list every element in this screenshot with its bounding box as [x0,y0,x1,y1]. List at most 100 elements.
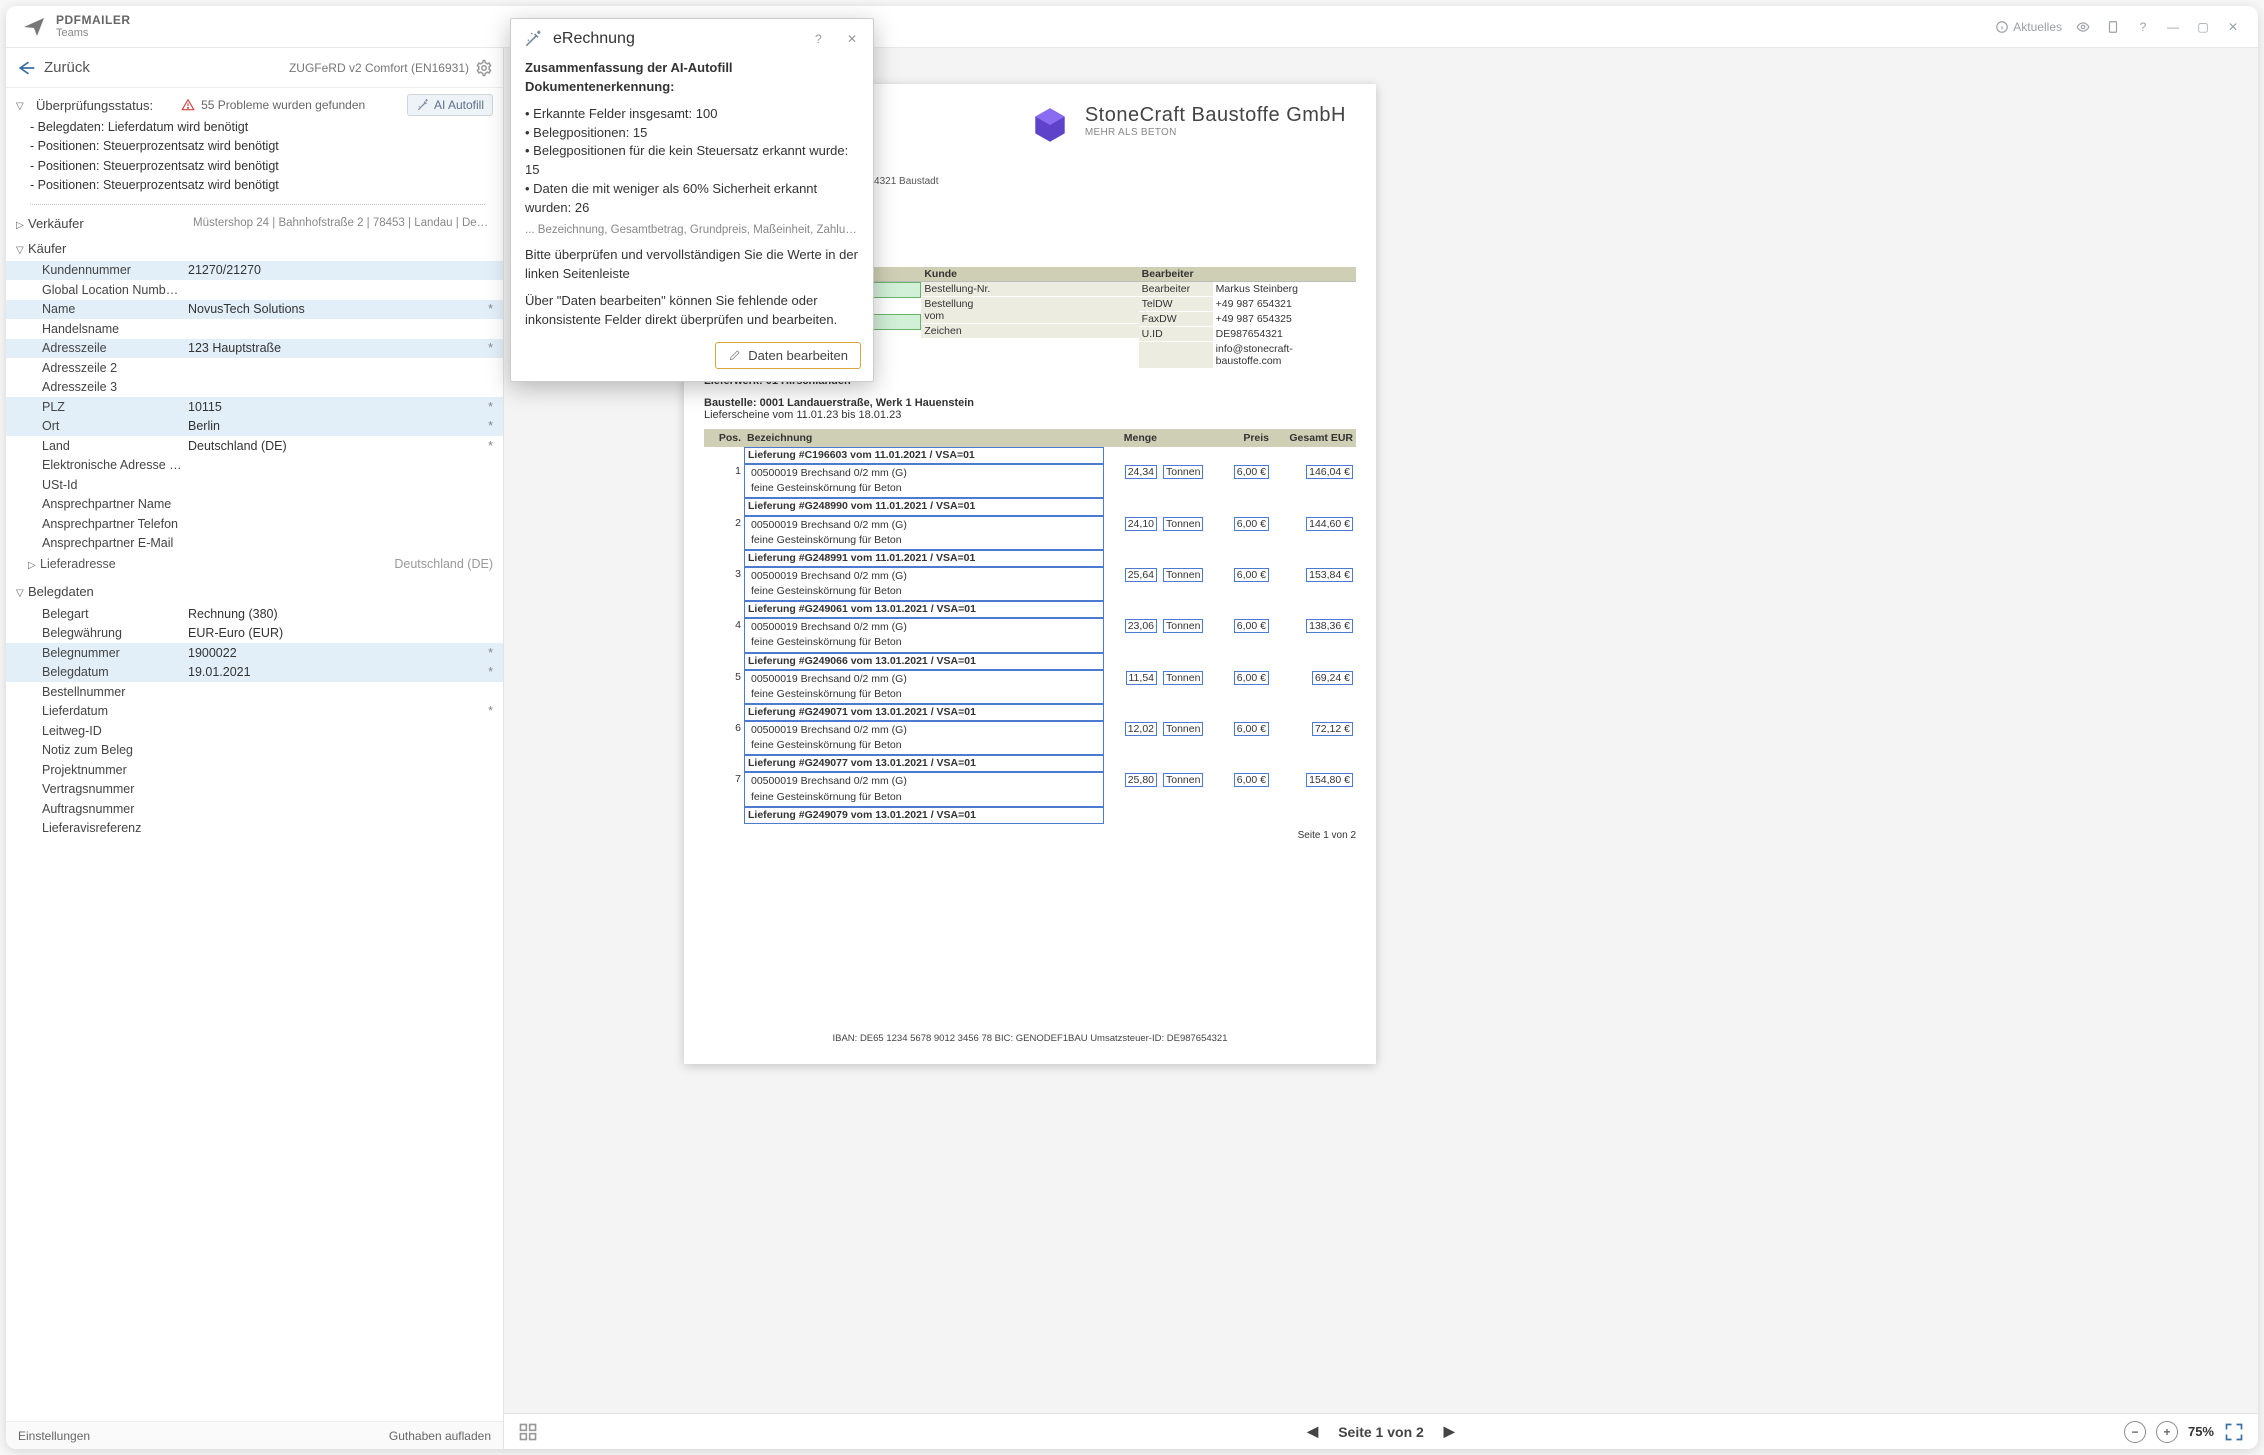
field-row[interactable]: Lieferavisreferenz [6,819,503,839]
field-row[interactable]: PLZ10115* [6,397,503,417]
sidebar-settings[interactable]: Einstellungen [18,1429,90,1443]
dialog-bullets: Erkannte Felder insgesamt: 100Belegposit… [525,105,859,218]
brand-sub: Teams [56,27,131,39]
field-row[interactable]: Global Location Number… [6,280,503,300]
field-row[interactable]: Adresszeile 3 [6,378,503,398]
prev-page-button[interactable]: ◀ [1307,1423,1318,1440]
doc-icon[interactable] [2104,18,2122,36]
app-window: PDFMAILER Teams Aktuelles ? — ▢ ✕ Zurück [6,6,2258,1449]
field-row[interactable]: Ansprechpartner Name [6,495,503,515]
field-value: NovusTech Solutions [182,302,479,316]
field-row[interactable]: Leitweg-ID [6,721,503,741]
window-maximize[interactable]: ▢ [2194,18,2212,36]
field-row[interactable]: USt-Id [6,475,503,495]
field-row[interactable]: Belegnummer1900022* [6,643,503,663]
window-close[interactable]: ✕ [2224,18,2242,36]
chevron-right-icon [16,216,28,231]
buyer-fields: Kundennummer21270/21270 Global Location N… [6,261,503,554]
issue-item: - Positionen: Steuerprozentsatz wird ben… [30,176,485,195]
field-row[interactable]: Kundennummer21270/21270 [6,261,503,281]
field-row[interactable]: Adresszeile123 Hauptstraße* [6,339,503,359]
zoom-in-button[interactable]: + [2156,1421,2178,1443]
issue-item: - Positionen: Steuerprozentsatz wird ben… [30,137,485,156]
info-row: FaxDW+49 987 654325 [1139,312,1356,327]
field-label: Leitweg-ID [42,724,182,738]
chevron-down-icon [16,584,28,599]
position-row: 100500019 Brechsand 0/2 mm (G)feine Gest… [704,464,1356,498]
field-row[interactable]: Bestellnummer [6,682,503,702]
required-marker: * [479,665,493,679]
back-button[interactable]: Zurück [16,58,90,78]
field-row[interactable]: BelegwährungEUR-Euro (EUR) [6,624,503,644]
brand-name: PDFMAILER [56,14,131,27]
dialog-lead: Zusammenfassung der AI-Autofill Dokument… [525,59,859,97]
viewer-toolbar: ◀ Seite 1 von 2 ▶ − + 75% [504,1413,2258,1449]
field-label: Name [42,302,182,316]
field-row[interactable]: Projektnummer [6,760,503,780]
issues-list: - Belegdaten: Lieferdatum wird benötigt-… [6,118,503,200]
field-label: USt-Id [42,478,182,492]
format-label: ZUGFeRD v2 Comfort (EN16931) [289,61,469,75]
field-row[interactable]: Elektronische Adresse d… [6,456,503,476]
info-row: Zeichen [921,324,1138,339]
field-label: Belegwährung [42,626,182,640]
field-row[interactable]: Handelsname [6,319,503,339]
field-label: Bestellnummer [42,685,182,699]
field-row[interactable]: Adresszeile 2 [6,358,503,378]
info-row: info@stonecraft-baustoffe.com [1139,342,1356,369]
field-label: Elektronische Adresse d… [42,458,182,472]
field-row[interactable]: OrtBerlin* [6,417,503,437]
field-row[interactable]: Ansprechpartner Telefon [6,514,503,534]
field-label: Global Location Number… [42,283,182,297]
status-bar: Überprüfungsstatus: 55 Probleme wurden g… [6,88,503,118]
daten-bearbeiten-button[interactable]: Daten bearbeiten [715,342,861,369]
position-row: 400500019 Brechsand 0/2 mm (G)feine Gest… [704,618,1356,652]
field-label: Ansprechpartner Name [42,497,182,511]
info-row: Bestellung vom [921,297,1138,324]
separator [30,204,485,205]
field-row[interactable]: Notiz zum Beleg [6,741,503,761]
aktuelles-link[interactable]: Aktuelles [1995,20,2062,34]
field-row[interactable]: Belegdatum19.01.2021* [6,663,503,683]
field-label: Kundennummer [42,263,182,277]
eye-icon[interactable] [2074,18,2092,36]
field-label: Adresszeile 2 [42,361,182,375]
window-minimize[interactable]: — [2164,18,2182,36]
field-row[interactable]: Auftragsnummer [6,799,503,819]
seller-section[interactable]: Verkäufer Müstershop 24 | Bahnhofstraße … [6,211,503,236]
field-label: Belegart [42,607,182,621]
field-row[interactable]: Vertragsnummer [6,780,503,800]
field-row[interactable]: NameNovusTech Solutions* [6,300,503,320]
thumbnails-icon[interactable] [518,1422,538,1442]
status-problems: 55 Probleme wurden gefunden [181,98,365,112]
belegdaten-section[interactable]: Belegdaten [6,579,503,604]
zoom-out-button[interactable]: − [2124,1421,2146,1443]
doc-footer: IBAN: DE65 1234 5678 9012 3456 78 BIC: G… [704,1033,1356,1044]
sidebar-topup[interactable]: Guthaben aufladen [389,1429,491,1443]
delivery-address-section[interactable]: Lieferadresse Deutschland (DE) [6,553,503,575]
field-row[interactable]: LandDeutschland (DE)* [6,436,503,456]
buyer-section[interactable]: Käufer [6,236,503,261]
required-marker: * [479,400,493,414]
dialog-p2: Über "Daten bearbeiten" können Sie fehle… [525,292,859,330]
wand-icon [523,29,543,49]
position-row: 500500019 Brechsand 0/2 mm (G)feine Gest… [704,670,1356,704]
field-value: Deutschland (DE) [182,439,479,453]
status-toggle[interactable] [16,98,28,112]
field-label: Notiz zum Beleg [42,743,182,757]
dialog-close-icon[interactable]: ✕ [847,32,861,46]
gear-icon[interactable] [475,59,493,77]
field-row[interactable]: BelegartRechnung (380) [6,604,503,624]
field-value: 123 Hauptstraße [182,341,479,355]
field-row[interactable]: Ansprechpartner E-Mail [6,534,503,554]
wand-icon [416,98,430,112]
field-value: Berlin [182,419,479,433]
next-page-button[interactable]: ▶ [1444,1423,1455,1440]
ai-autofill-button[interactable]: AI Autofill [407,94,493,116]
field-label: Projektnummer [42,763,182,777]
field-row[interactable]: Lieferdatum* [6,702,503,722]
required-marker: * [479,341,493,355]
help-icon[interactable]: ? [2134,18,2152,36]
fit-screen-icon[interactable] [2224,1422,2244,1442]
dialog-help-icon[interactable]: ? [815,32,829,46]
